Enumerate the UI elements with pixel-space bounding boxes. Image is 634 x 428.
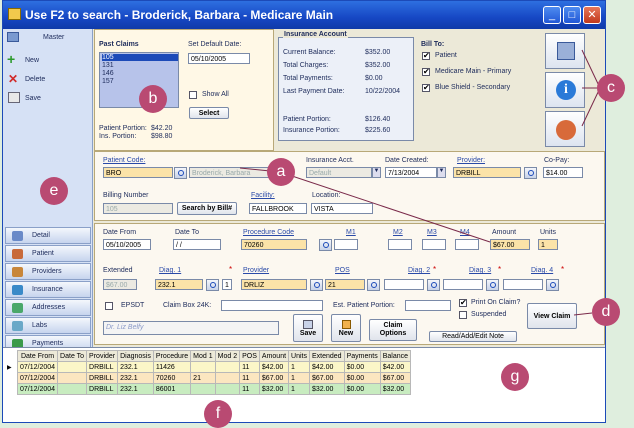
callout-d: d	[592, 298, 620, 326]
callout-f: f	[204, 400, 232, 428]
callout-c: c	[597, 74, 625, 102]
callout-g: g	[501, 363, 529, 391]
callout-a: a	[267, 158, 295, 186]
callout-lines	[239, 49, 601, 316]
